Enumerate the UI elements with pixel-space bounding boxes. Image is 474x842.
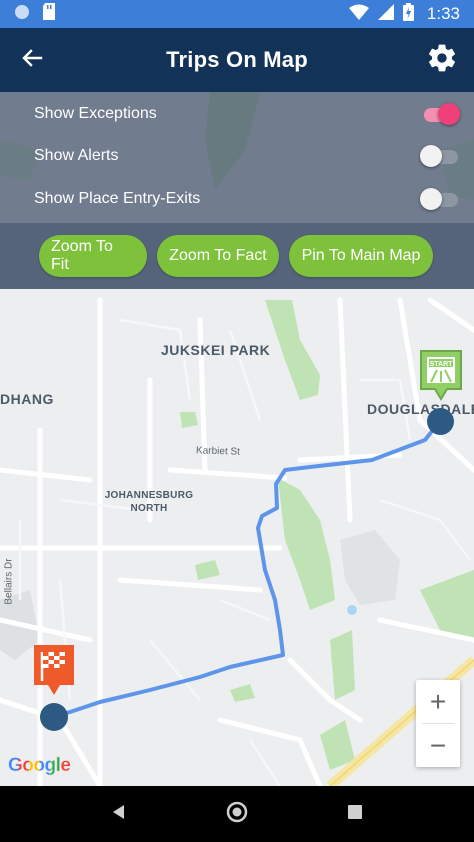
nav-back-button[interactable]: [99, 794, 139, 834]
finish-marker[interactable]: [33, 644, 75, 701]
toggle-row-place-entry-exits: Show Place Entry-Exits: [0, 178, 474, 220]
end-point-dot[interactable]: [40, 703, 68, 731]
exceptions-switch[interactable]: [420, 102, 460, 126]
arrow-back-icon: [21, 47, 43, 74]
place-entry-exits-switch[interactable]: [420, 187, 460, 211]
start-marker-text: START: [430, 361, 454, 368]
toggle-panel: Show Exceptions Show Alerts Show Place E…: [0, 92, 474, 223]
zoom-controls: + −: [416, 680, 460, 767]
pin-to-main-map-button[interactable]: Pin To Main Map: [289, 235, 433, 277]
map-label-bellairs-dr: Bellairs Dr: [3, 558, 15, 605]
settings-button[interactable]: [410, 28, 474, 92]
map-label-jhb-line1: JOHANNESBURG: [104, 490, 194, 501]
map-label-johannesburg-north: JOHANNESBURG NORTH: [94, 489, 204, 515]
zoom-to-fit-button[interactable]: Zoom To Fit: [39, 235, 147, 277]
app-bar: Trips On Map: [0, 28, 474, 92]
nav-home-icon: [225, 800, 249, 829]
system-nav-bar: [0, 786, 474, 842]
toggle-label-alerts: Show Alerts: [34, 147, 119, 164]
toggle-label-place-entry-exits: Show Place Entry-Exits: [34, 190, 201, 207]
start-flag-icon: START: [420, 350, 462, 401]
nav-back-icon: [110, 803, 128, 826]
toggle-row-exceptions: Show Exceptions: [0, 93, 474, 135]
back-button[interactable]: [0, 28, 64, 92]
page-title: Trips On Map: [166, 47, 308, 72]
checkered-flag-icon: [34, 645, 74, 695]
google-logo: Google: [8, 755, 71, 777]
wifi-icon: [348, 4, 369, 25]
map-label-dhang: DHANG: [0, 391, 54, 407]
map-label-jhb-line2: NORTH: [130, 503, 168, 514]
zoom-out-button[interactable]: −: [416, 724, 460, 767]
start-marker[interactable]: START: [419, 349, 463, 406]
nav-recents-icon: [347, 804, 363, 825]
action-button-strip: Zoom To Fit Zoom To Fact Pin To Main Map: [0, 223, 474, 289]
signal-icon: [377, 3, 394, 25]
start-point-dot[interactable]: [427, 408, 454, 435]
toggle-label-exceptions: Show Exceptions: [34, 105, 157, 122]
status-time: 1:33: [426, 4, 460, 23]
battery-charging-icon: [402, 2, 414, 26]
map-label-jukskei-park: JUKSKEI PARK: [161, 342, 271, 358]
screen: 1:33 Trips On Map JUKSKEI PARK DHANG DOU…: [0, 0, 474, 842]
gear-icon: [426, 42, 458, 79]
nav-home-button[interactable]: [217, 794, 257, 834]
nav-recents-button[interactable]: [335, 794, 375, 834]
zoom-in-button[interactable]: +: [416, 680, 460, 723]
alerts-switch[interactable]: [420, 144, 460, 168]
zoom-to-fact-button[interactable]: Zoom To Fact: [157, 235, 279, 277]
circle-notification-icon: [14, 4, 30, 25]
toggle-row-alerts: Show Alerts: [0, 135, 474, 177]
map-label-karbiet-st: Karbiet St: [195, 445, 241, 458]
google-logo-text: Google: [8, 755, 71, 776]
status-bar: 1:33: [0, 0, 474, 28]
sd-card-icon: [42, 3, 56, 25]
